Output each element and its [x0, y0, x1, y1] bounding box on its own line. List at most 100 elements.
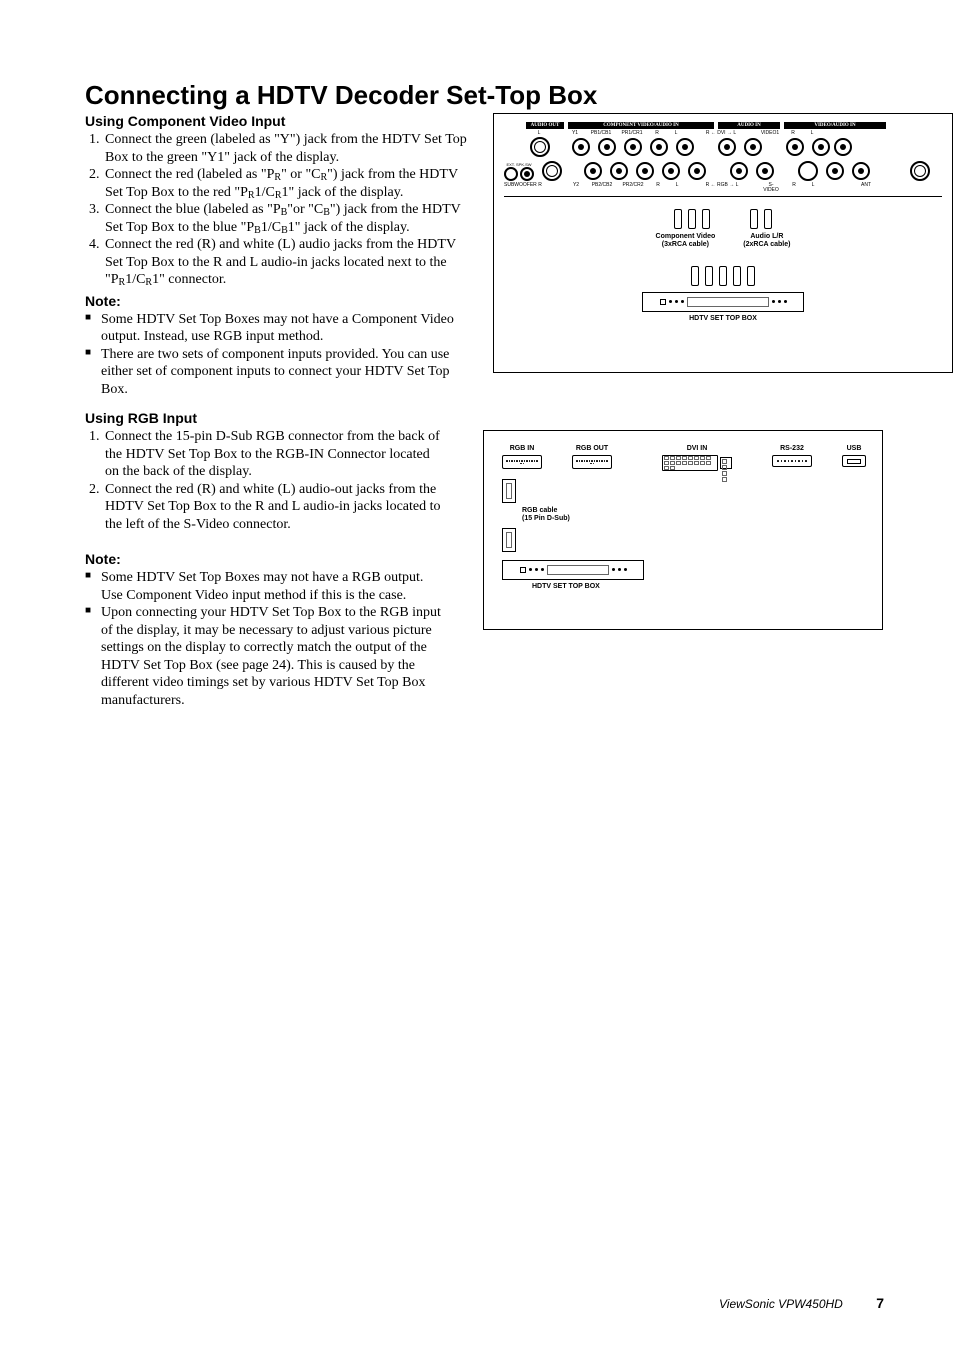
footer-product: ViewSonic VPW450HD	[719, 1297, 843, 1311]
note2-label: Note:	[85, 551, 445, 567]
lbl-R3: R	[533, 183, 547, 193]
jack-Y1	[572, 138, 590, 156]
lbl-L2: L	[806, 131, 818, 136]
section2-title: Using RGB Input	[85, 410, 445, 426]
lbl-L: L	[532, 131, 546, 136]
jack-PB1	[598, 138, 616, 156]
lbl-Y1: Y1	[568, 131, 582, 136]
note2-2: Upon connecting your HDTV Set Top Box to…	[85, 604, 445, 709]
rgb-connector-bottom	[502, 528, 516, 552]
notes1-list: Some HDTV Set Top Boxes may not have a C…	[85, 311, 475, 399]
lbl-PB1: PB1/CB1	[589, 131, 613, 136]
jack-ext	[520, 167, 534, 181]
port-rs232-label: RS-232	[780, 445, 804, 452]
jack-audio-out-L	[530, 137, 550, 157]
diagram-component-video: AUDIO OUT COMPONENT VIDEO/AUDIO IN AUDIO…	[493, 113, 953, 373]
jack-ant	[910, 161, 930, 181]
section1-title: Using Component Video Input	[85, 113, 475, 129]
jack-va-R	[812, 138, 830, 156]
diagram2-container: RGB IN RGB OUT DVI IN	[463, 410, 884, 630]
port-row: RGB IN RGB OUT DVI IN	[502, 445, 864, 471]
notes2-list: Some HDTV Set Top Boxes may not have a R…	[85, 569, 445, 709]
lbl-PR2: PR2/CR2	[621, 183, 645, 193]
port-rgb-in	[502, 455, 542, 469]
section-rgb-input: Using RGB Input Connect the 15-pin D-Sub…	[85, 410, 884, 717]
jack-comp2-R	[662, 162, 680, 180]
hdr-video-audio-in: VIDEO/AUDIO IN	[784, 122, 886, 129]
rgb-cable-label: RGB cable(15 Pin D-Sub)	[522, 507, 570, 524]
note2-1: Some HDTV Set Top Boxes may not have a R…	[85, 569, 445, 604]
jack-rgb-L	[756, 162, 774, 180]
lbl-SVIDEO: S-VIDEO	[761, 183, 781, 193]
lbl-subwoofer: SUBWOOFER	[504, 183, 526, 193]
step1-3: Connect the blue (labeled as "PB"or "CB"…	[103, 201, 475, 236]
lbl-L4: L	[807, 183, 819, 193]
step1-4: Connect the red (R) and white (L) audio …	[103, 236, 475, 289]
lbl-R2: R	[787, 131, 799, 136]
switch-ext-spk	[504, 167, 518, 181]
hdr-audio-out: AUDIO OUT	[526, 122, 564, 129]
port-dvi-label: DVI IN	[687, 445, 708, 452]
lbl-ANT: ANT	[859, 183, 873, 193]
diagram-rgb: RGB IN RGB OUT DVI IN	[483, 430, 883, 630]
rgb-connector-top	[502, 479, 516, 503]
jack-dvi-L	[744, 138, 762, 156]
lbl-VIDEO1: VIDEO1	[760, 131, 780, 136]
plugs-down	[691, 266, 755, 286]
lbl-RGB: R ← RGB → L	[701, 183, 743, 193]
lbl-R1: R	[651, 131, 663, 136]
plugs-audio-up	[750, 209, 772, 229]
step2-2: Connect the red (R) and white (L) audio-…	[103, 481, 445, 534]
port-rgb-in-label: RGB IN	[510, 445, 535, 452]
page-footer: ViewSonic VPW450HD 7	[719, 1295, 884, 1311]
port-rgb-out	[572, 455, 612, 469]
jack-audio-out-R	[542, 161, 562, 181]
lbl-DVI: R ← DVI → L	[700, 131, 742, 136]
cable-label-audio: Audio L/R(2xRCA cable)	[743, 233, 790, 250]
lbl-Y2: Y2	[569, 183, 583, 193]
jack-PB2	[610, 162, 628, 180]
hdr-audio-in: AUDIO IN	[718, 122, 780, 129]
section-component-video: Using Component Video Input Connect the …	[85, 113, 884, 406]
port-usb-label: USB	[847, 445, 862, 452]
jack-Y2	[584, 162, 602, 180]
port-rs232	[772, 455, 812, 467]
jack-va2-L	[852, 162, 870, 180]
lbl-R5: R	[788, 183, 800, 193]
jack-PR1	[624, 138, 642, 156]
note1-1: Some HDTV Set Top Boxes may not have a C…	[85, 311, 475, 346]
lbl-R4: R	[652, 183, 664, 193]
diagram1-container: AUDIO OUT COMPONENT VIDEO/AUDIO IN AUDIO…	[493, 113, 953, 373]
jack-va-L	[834, 138, 852, 156]
jack-PR2	[636, 162, 654, 180]
jack-dvi-R	[718, 138, 736, 156]
section1-text: Using Component Video Input Connect the …	[85, 113, 475, 406]
step1-1: Connect the green (labeled as "Y") jack …	[103, 131, 475, 166]
page: Connecting a HDTV Decoder Set-Top Box Us…	[0, 0, 954, 1351]
footer-page-number: 7	[876, 1295, 884, 1311]
port-usb	[842, 455, 866, 467]
step2-1: Connect the 15-pin D-Sub RGB connector f…	[103, 428, 445, 481]
lbl-L3: L	[671, 183, 683, 193]
stb-label-1: HDTV SET TOP BOX	[504, 315, 942, 322]
jack-va2-R	[826, 162, 844, 180]
steps1-list: Connect the green (labeled as "Y") jack …	[85, 131, 475, 289]
jack-svideo	[798, 161, 818, 181]
note1-label: Note:	[85, 293, 475, 309]
jack-comp-L	[676, 138, 694, 156]
lbl-PR1: PR1/CR1	[620, 131, 644, 136]
page-title: Connecting a HDTV Decoder Set-Top Box	[85, 80, 884, 111]
jack-video1	[786, 138, 804, 156]
stb-box-1	[642, 292, 804, 312]
steps2-list: Connect the 15-pin D-Sub RGB connector f…	[85, 428, 445, 533]
lbl-PB2: PB2/CB2	[590, 183, 614, 193]
jack-comp-R	[650, 138, 668, 156]
section2-text: Using RGB Input Connect the 15-pin D-Sub…	[85, 410, 445, 717]
port-rgb-out-label: RGB OUT	[576, 445, 608, 452]
jack-rgb-R	[730, 162, 748, 180]
lbl-L1: L	[670, 131, 682, 136]
hdr-component: COMPONENT VIDEO/AUDIO IN	[568, 122, 714, 129]
jack-comp2-L	[688, 162, 706, 180]
stb-label-2: HDTV SET TOP BOX	[532, 583, 864, 590]
note1-2: There are two sets of component inputs p…	[85, 346, 475, 399]
